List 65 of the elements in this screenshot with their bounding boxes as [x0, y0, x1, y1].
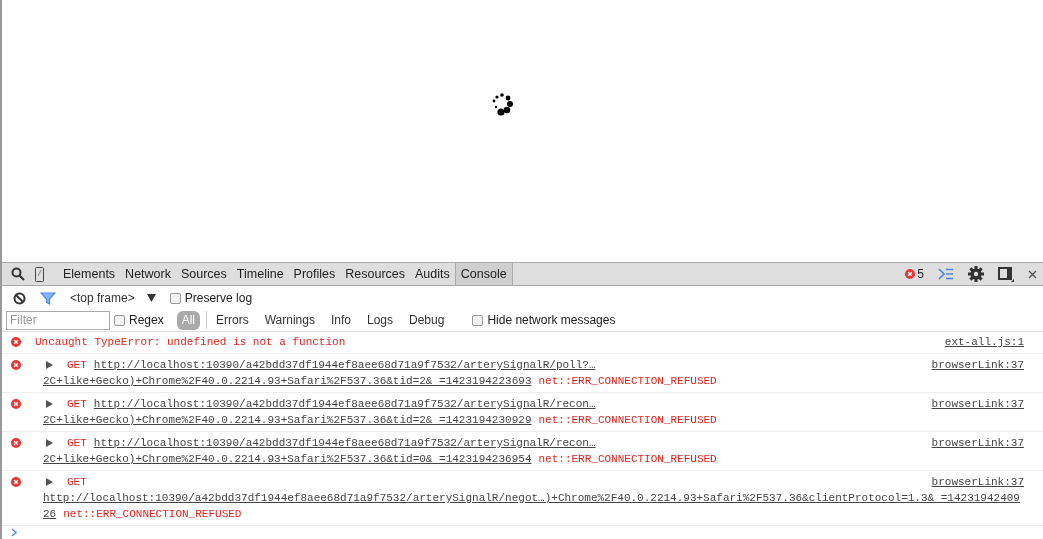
devtools-tab[interactable]: Console	[454, 263, 513, 286]
error-status: net::ERR_CONNECTION_REFUSED	[538, 452, 717, 467]
request-url-link[interactable]: 2C+like+Gecko)+Chrome%2F40.0.2214.93+Safari%2F537.36&tid=2& =1423194230929	[43, 412, 532, 428]
frame-selector[interactable]: <top frame>	[70, 289, 156, 308]
request-method: GET	[67, 358, 87, 373]
level-filter[interactable]: Errors	[211, 310, 254, 330]
checkbox[interactable]	[169, 292, 181, 304]
error-icon	[11, 399, 21, 409]
dropdown-triangle-icon	[146, 294, 156, 303]
error-icon	[11, 477, 21, 487]
request-method: GET	[67, 475, 87, 490]
source-link[interactable]: browserLink:37	[931, 357, 1024, 373]
error-status: net::ERR_CONNECTION_REFUSED	[538, 413, 717, 428]
error-status: net::ERR_CONNECTION_REFUSED	[63, 507, 242, 522]
checkbox[interactable]	[114, 314, 125, 326]
level-filter[interactable]: Info	[325, 310, 356, 330]
filter-field[interactable]: Filter	[6, 310, 110, 330]
source-link[interactable]: ext-all.js:1	[944, 335, 1024, 350]
close-icon[interactable]	[1028, 269, 1037, 279]
request-url-link[interactable]: http://localhost:10390/a42bdd37df1944ef8aee68d71a9f7532/arterySignalR/recon…	[93, 396, 596, 412]
loading-spinner-icon	[490, 91, 515, 117]
mobile-device-icon[interactable]	[35, 266, 44, 282]
source-link[interactable]: browserLink:37	[931, 396, 1024, 412]
prompt-chevron-icon	[11, 528, 17, 537]
request-method: GET	[67, 436, 87, 451]
expand-triangle-icon[interactable]	[46, 439, 53, 447]
clear-icon[interactable]	[13, 291, 26, 305]
devtools-tab[interactable]: Elements	[58, 263, 121, 286]
error-status: net::ERR_CONNECTION_REFUSED	[538, 374, 717, 389]
error-icon	[905, 269, 916, 280]
error-icon	[11, 438, 21, 448]
request-url-link[interactable]: 26	[43, 506, 57, 522]
console-drawer-icon[interactable]	[938, 268, 954, 281]
request-url-link[interactable]: http://localhost:10390/a42bdd37df1944ef8aee68d71a9f7532/arterySignalR/poll?…	[93, 357, 596, 373]
error-icon	[11, 337, 21, 347]
error-message: Uncaught TypeError: undefined is not a function	[35, 335, 346, 350]
devtools-tab[interactable]: Profiles	[288, 263, 341, 286]
source-link[interactable]: browserLink:37	[931, 435, 1024, 451]
devtools-tab[interactable]: Audits	[410, 263, 455, 286]
devtools-tab[interactable]: Network	[120, 263, 176, 286]
devtools-tab[interactable]: Sources	[175, 263, 232, 286]
devtools-tab[interactable]: Timeline	[231, 263, 289, 286]
devtools-tab[interactable]: Resources	[340, 263, 411, 286]
expand-triangle-icon[interactable]	[46, 478, 53, 486]
search-icon[interactable]	[11, 267, 25, 282]
expand-triangle-icon[interactable]	[46, 361, 53, 369]
request-url-link[interactable]: http://localhost:10390/a42bdd37df1944ef8aee68d71a9f7532/arterySignalR/negot…)+Chrome%2F40.0.2214.93+Safari%2F537.36&clientProtocol=1.3& =14231942409	[43, 490, 1020, 506]
checkbox[interactable]	[472, 314, 484, 326]
request-url-link[interactable]: 2C+like+Gecko)+Chrome%2F40.0.2214.93+Safari%2F537.36&tid=2& =1423194223693	[43, 373, 532, 389]
expand-triangle-icon[interactable]	[46, 400, 53, 408]
settings-icon[interactable]	[968, 266, 984, 283]
request-url-link[interactable]: http://localhost:10390/a42bdd37df1944ef8aee68d71a9f7532/arterySignalR/recon…	[93, 435, 596, 451]
hide-network-label: Hide network messages	[487, 312, 616, 330]
request-url-link[interactable]: 2C+like+Gecko)+Chrome%2F40.0.2214.93+Safari%2F537.36&tid=0& =1423194236954	[43, 451, 532, 467]
regex-label: Regex	[129, 312, 164, 330]
preserve-log-label: Preserve log	[184, 290, 253, 308]
level-filter[interactable]: Warnings	[259, 310, 320, 330]
source-link[interactable]: browserLink:37	[931, 474, 1024, 490]
error-icon	[11, 360, 21, 370]
dock-side-icon[interactable]	[998, 266, 1014, 282]
level-filter[interactable]: Debug	[404, 310, 450, 330]
level-filter[interactable]: Logs	[361, 310, 398, 330]
request-method: GET	[67, 397, 87, 412]
filter-icon[interactable]	[40, 291, 56, 305]
error-count: 5	[917, 266, 924, 284]
